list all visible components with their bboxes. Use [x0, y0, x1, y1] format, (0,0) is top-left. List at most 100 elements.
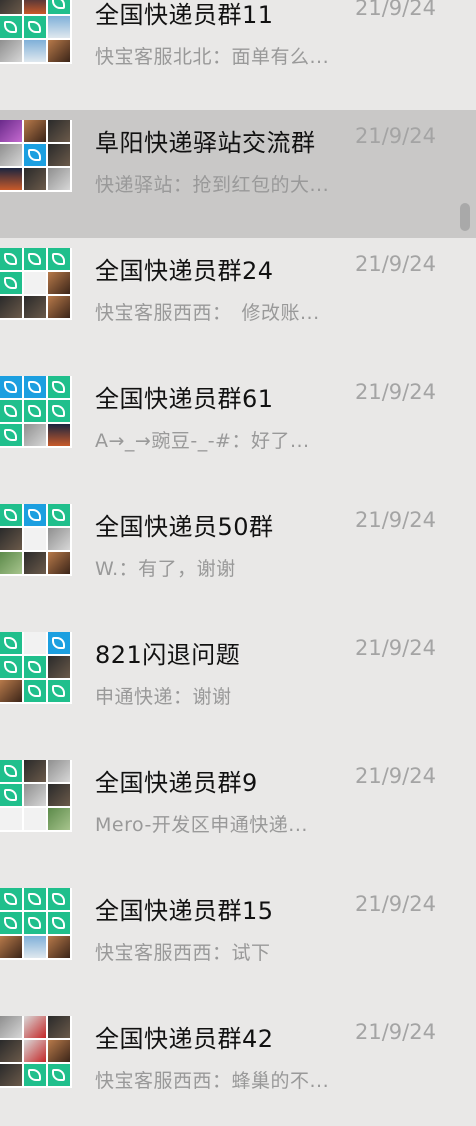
chat-item-1[interactable]: 全国快递员群11 21/9/24 快宝客服北北：面单有么...: [0, 0, 476, 110]
chat-title: 全国快递员群15: [95, 897, 274, 925]
app-logo-icon: [24, 680, 46, 702]
member-avatar: [48, 936, 70, 958]
chat-title: 821闪退问题: [95, 641, 241, 669]
chat-preview: Mero-开发区申通快递...: [95, 814, 308, 836]
member-avatar: [48, 656, 70, 678]
member-avatar: [48, 1040, 70, 1062]
member-avatar: [48, 272, 70, 294]
app-logo-icon: [24, 912, 46, 934]
group-avatar: [0, 1016, 72, 1088]
chat-time: 21/9/24: [355, 764, 436, 788]
member-avatar: [24, 760, 46, 782]
app-logo-icon: [0, 424, 22, 446]
group-avatar: [0, 888, 72, 960]
app-logo-icon: [0, 784, 22, 806]
app-logo-icon: [0, 16, 22, 38]
chat-time: 21/9/24: [355, 892, 436, 916]
chat-time: 21/9/24: [355, 124, 436, 148]
member-avatar: [24, 424, 46, 446]
chat-time: 21/9/24: [355, 1020, 436, 1044]
app-logo-icon: [0, 888, 22, 910]
chat-item-9[interactable]: 全国快递员群42 21/9/24 快宝客服西西：蜂巢的不...: [0, 1006, 476, 1126]
app-logo-icon: [24, 376, 46, 398]
app-logo-icon: [48, 912, 70, 934]
member-avatar: [24, 632, 46, 654]
member-avatar: [0, 808, 22, 830]
chat-item-7[interactable]: 全国快递员群9 21/9/24 Mero-开发区申通快递...: [0, 750, 476, 878]
app-logo-icon: [48, 248, 70, 270]
chat-item-2[interactable]: 阜阳快递驿站交流群 21/9/24 快递驿站：抢到红包的大...: [0, 110, 476, 238]
chat-time: 21/9/24: [355, 636, 436, 660]
member-avatar: [0, 528, 22, 550]
app-logo-icon: [24, 888, 46, 910]
group-avatar: [0, 760, 72, 832]
app-logo-icon: [24, 144, 46, 166]
chat-title: 全国快递员群9: [95, 769, 258, 797]
chat-item-3[interactable]: 全国快递员群24 21/9/24 快宝客服西西： 修改账...: [0, 238, 476, 366]
member-avatar: [48, 144, 70, 166]
app-logo-icon: [0, 632, 22, 654]
chat-time: 21/9/24: [355, 380, 436, 404]
member-avatar: [48, 16, 70, 38]
chat-title: 阜阳快递驿站交流群: [95, 129, 316, 157]
group-avatar: [0, 376, 72, 448]
app-logo-icon: [48, 1064, 70, 1086]
group-avatar: [0, 504, 72, 576]
app-logo-icon: [0, 504, 22, 526]
member-avatar: [48, 528, 70, 550]
chat-preview: 快宝客服西西： 修改账...: [95, 302, 320, 324]
member-avatar: [24, 40, 46, 62]
chat-item-6[interactable]: 821闪退问题 21/9/24 申通快递：谢谢: [0, 622, 476, 750]
app-logo-icon: [24, 16, 46, 38]
app-logo-icon: [48, 888, 70, 910]
member-avatar: [24, 552, 46, 574]
chat-title: 全国快递员群24: [95, 257, 274, 285]
member-avatar: [0, 296, 22, 318]
app-logo-icon: [24, 248, 46, 270]
member-avatar: [48, 552, 70, 574]
chat-title: 全国快递员群42: [95, 1025, 274, 1053]
member-avatar: [48, 296, 70, 318]
chat-preview: A→_→豌豆-_-#：好了...: [95, 430, 310, 452]
chat-time: 21/9/24: [355, 508, 436, 532]
member-avatar: [0, 1040, 22, 1062]
scrollbar-thumb[interactable]: [460, 203, 470, 231]
app-logo-icon: [0, 248, 22, 270]
chat-item-8[interactable]: 全国快递员群15 21/9/24 快宝客服西西：试下: [0, 878, 476, 1006]
app-logo-icon: [48, 632, 70, 654]
chat-item-4[interactable]: 全国快递员群61 21/9/24 A→_→豌豆-_-#：好了...: [0, 366, 476, 494]
app-logo-icon: [0, 376, 22, 398]
app-logo-icon: [24, 1064, 46, 1086]
member-avatar: [0, 680, 22, 702]
app-logo-icon: [48, 504, 70, 526]
chat-title: 全国快递员50群: [95, 513, 274, 541]
member-avatar: [24, 808, 46, 830]
chat-preview: 申通快递：谢谢: [95, 686, 232, 708]
group-avatar: [0, 0, 72, 64]
member-avatar: [24, 784, 46, 806]
chat-time: 21/9/24: [355, 0, 436, 20]
member-avatar: [24, 296, 46, 318]
chat-item-5[interactable]: 全国快递员50群 21/9/24 W.：有了，谢谢: [0, 494, 476, 622]
member-avatar: [0, 120, 22, 142]
member-avatar: [24, 936, 46, 958]
member-avatar: [0, 0, 22, 14]
chat-list: 全国快递员群11 21/9/24 快宝客服北北：面单有么... 阜阳快递驿站交流…: [0, 0, 476, 1126]
member-avatar: [24, 528, 46, 550]
member-avatar: [48, 808, 70, 830]
member-avatar: [0, 144, 22, 166]
scrollbar[interactable]: [456, 0, 476, 1126]
group-avatar: [0, 632, 72, 704]
member-avatar: [48, 424, 70, 446]
app-logo-icon: [24, 504, 46, 526]
member-avatar: [48, 784, 70, 806]
member-avatar: [0, 168, 22, 190]
app-logo-icon: [0, 912, 22, 934]
member-avatar: [24, 0, 46, 14]
member-avatar: [24, 1016, 46, 1038]
chat-title: 全国快递员群61: [95, 385, 274, 413]
member-avatar: [24, 120, 46, 142]
group-avatar: [0, 248, 72, 320]
member-avatar: [48, 760, 70, 782]
app-logo-icon: [48, 400, 70, 422]
